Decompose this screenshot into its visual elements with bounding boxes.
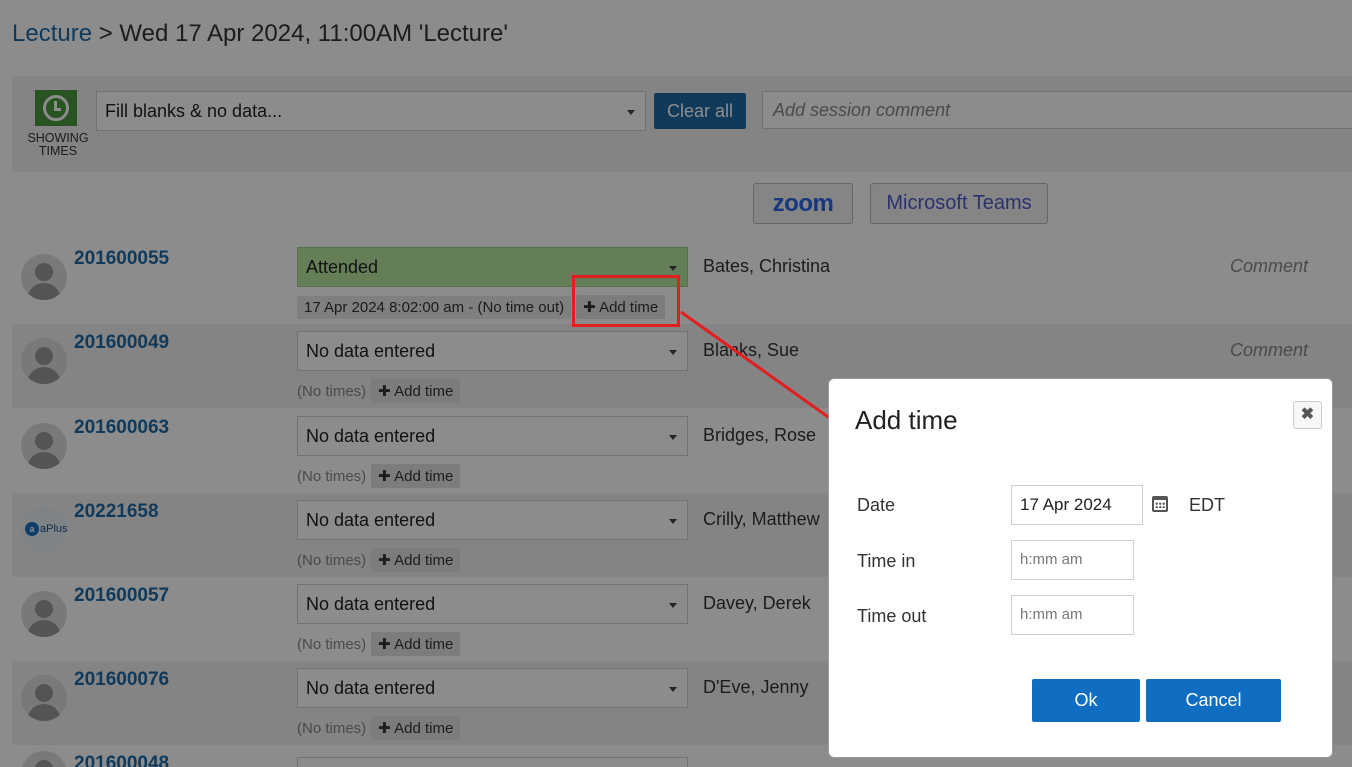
time-in-input[interactable]: h:mm am bbox=[1011, 540, 1134, 580]
time-out-input[interactable]: h:mm am bbox=[1011, 595, 1134, 635]
add-time-dialog: Add time ✖ Date 17 Apr 2024 EDT Time in … bbox=[828, 378, 1333, 758]
cancel-button[interactable]: Cancel bbox=[1146, 679, 1281, 722]
close-icon[interactable]: ✖ bbox=[1293, 401, 1322, 429]
date-label: Date bbox=[857, 495, 896, 515]
attendance-page: Lecture > Wed 17 Apr 2024, 11:00AM 'Lect… bbox=[0, 0, 1352, 767]
ok-button[interactable]: Ok bbox=[1032, 679, 1140, 722]
annotation-highlight-box bbox=[572, 275, 680, 327]
timezone-label: EDT bbox=[1189, 495, 1225, 515]
date-input[interactable]: 17 Apr 2024 bbox=[1011, 485, 1143, 525]
time-out-label: Time out bbox=[857, 606, 927, 626]
time-in-label: Time in bbox=[857, 551, 916, 571]
calendar-icon[interactable] bbox=[1152, 496, 1168, 512]
dialog-title: Add time bbox=[855, 405, 958, 435]
